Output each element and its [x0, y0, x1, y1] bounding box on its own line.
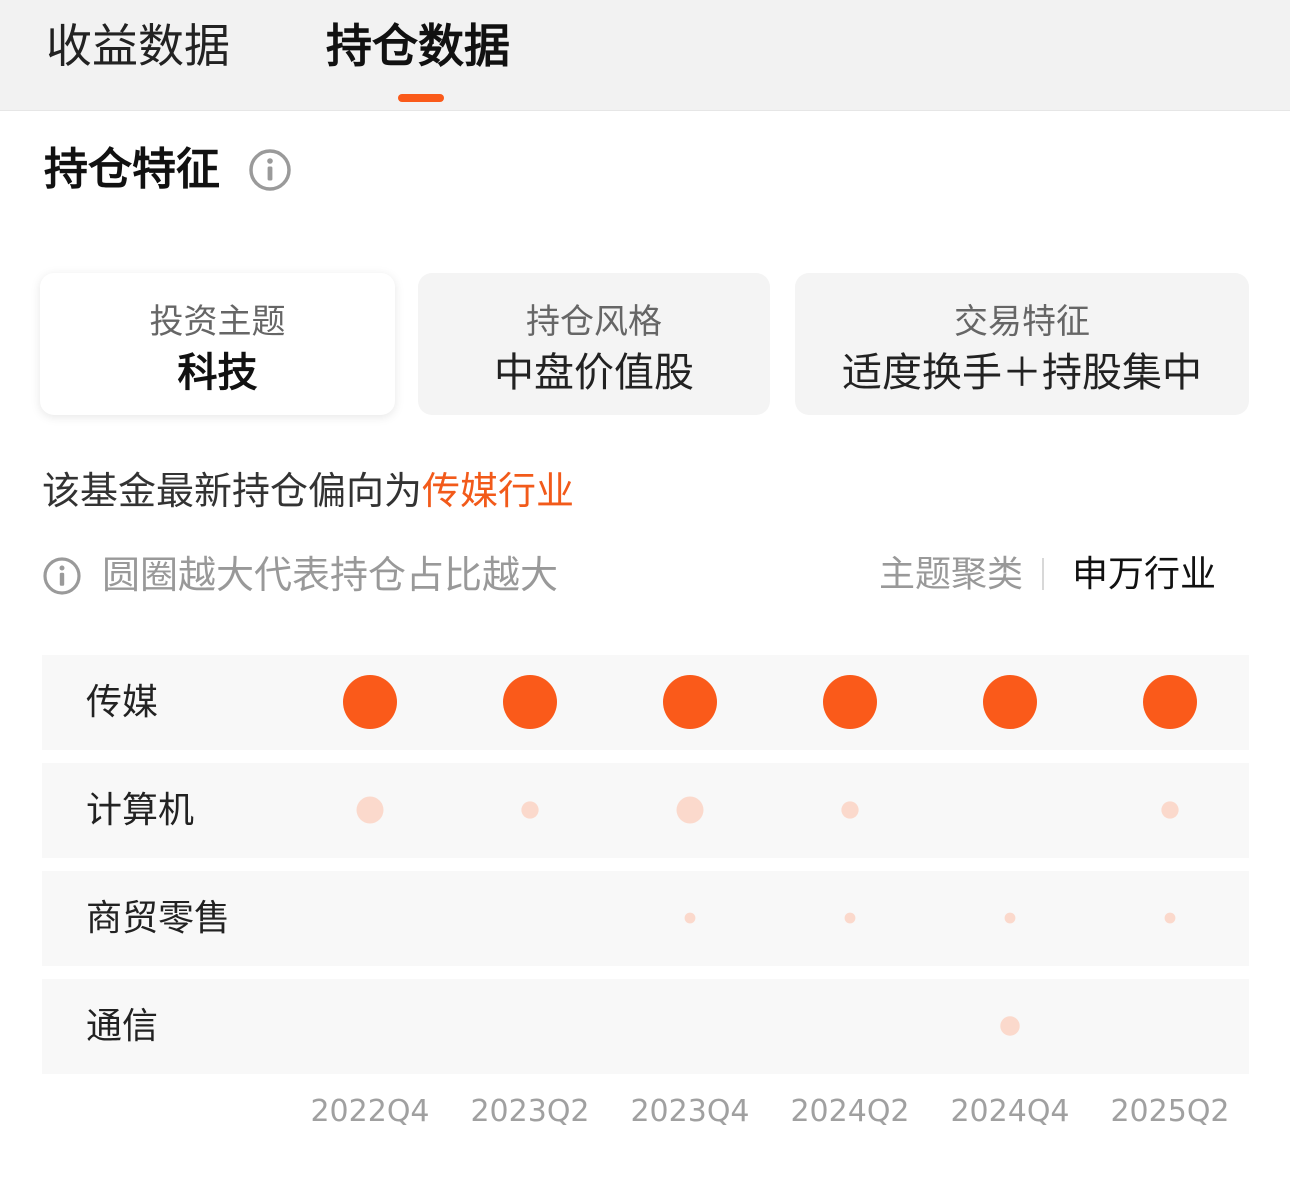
card-holding-style[interactable]: 持仓风格 中盘价值股 — [418, 273, 770, 415]
tab-holdings[interactable]: 持仓数据 — [326, 16, 510, 76]
row-label: 商贸零售 — [86, 898, 231, 939]
card-investment-theme[interactable]: 投资主题 科技 — [40, 273, 395, 415]
summary-industry: 传媒行业 — [422, 469, 575, 513]
row-label: 通信 — [86, 1006, 159, 1047]
row-label: 传媒 — [86, 682, 159, 723]
x-tick-label: 2022Q4 — [310, 1094, 430, 1129]
holding-summary: 该基金最新持仓偏向为传媒行业 — [42, 466, 575, 518]
matrix-row: 通信 — [42, 979, 1249, 1074]
info-circle-icon[interactable] — [248, 148, 292, 192]
card-value: 科技 — [177, 350, 258, 396]
info-circle-icon — [43, 557, 81, 595]
section-title: 持仓特征 — [44, 144, 220, 195]
bubble-size-hint: 圆圈越大代表持仓占比越大 — [102, 553, 559, 597]
card-label: 投资主题 — [149, 302, 286, 342]
active-tab-indicator — [398, 94, 444, 102]
switch-sw-industry[interactable]: 申万行业 — [1072, 550, 1216, 600]
switch-divider — [1042, 558, 1044, 590]
card-label: 交易特征 — [954, 302, 1090, 342]
switch-theme-cluster[interactable]: 主题聚类 — [879, 550, 1023, 600]
summary-prefix: 该基金最新持仓偏向为 — [42, 469, 423, 513]
matrix-row: 传媒 — [42, 655, 1249, 750]
x-tick-label: 2024Q2 — [790, 1094, 910, 1129]
x-tick-label: 2024Q4 — [950, 1094, 1070, 1129]
card-value: 适度换手＋持股集中 — [842, 350, 1202, 396]
tab-bar: 收益数据 持仓数据 — [0, 0, 1290, 111]
summary-highlight-wrap: 该基金最新持仓偏向为传媒行业 — [42, 466, 575, 518]
x-tick-label: 2023Q2 — [470, 1094, 590, 1129]
matrix-row: 商贸零售 — [42, 871, 1249, 966]
row-label: 计算机 — [86, 790, 195, 831]
card-trading-feature[interactable]: 交易特征 适度换手＋持股集中 — [795, 273, 1249, 415]
x-tick-label: 2025Q2 — [1110, 1094, 1230, 1129]
tab-returns[interactable]: 收益数据 — [46, 16, 230, 76]
matrix-row: 计算机 — [42, 763, 1249, 858]
card-value: 中盘价值股 — [494, 350, 694, 396]
x-tick-label: 2023Q4 — [630, 1094, 750, 1129]
card-label: 持仓风格 — [526, 302, 662, 342]
